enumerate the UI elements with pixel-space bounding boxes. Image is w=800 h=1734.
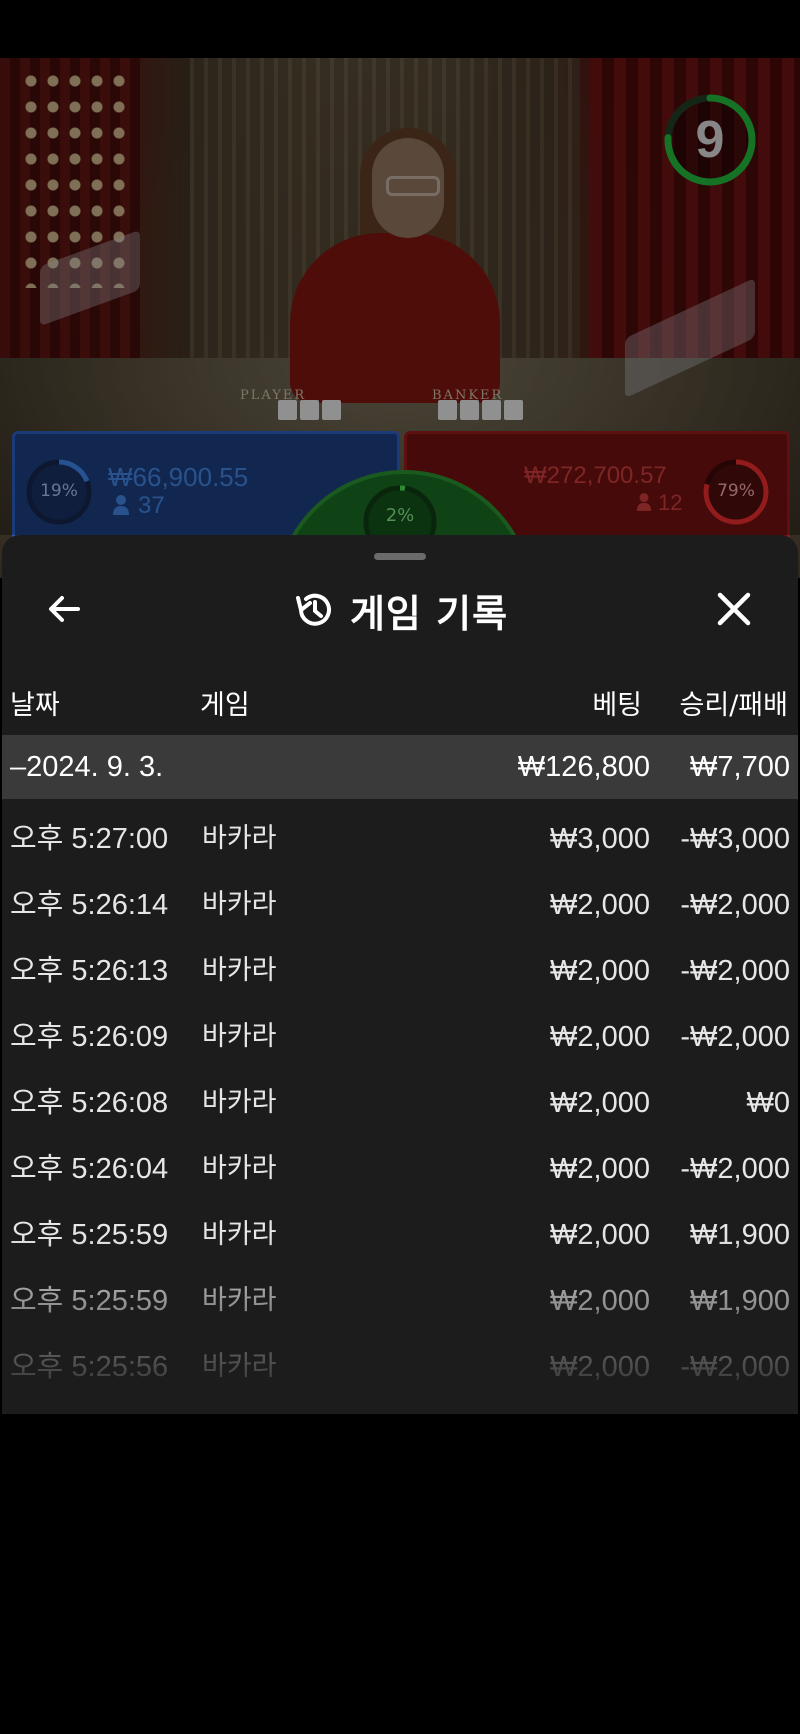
row-game: 바카라	[202, 955, 277, 986]
row-win-loss: -₩2,000	[680, 955, 790, 987]
column-header-bet: 베팅	[592, 690, 642, 721]
player-card	[278, 400, 297, 420]
row-bet: ₩2,000	[550, 1087, 650, 1119]
player-card	[300, 400, 319, 420]
player-total-amount: ₩66,900.55	[108, 462, 249, 492]
banker-card	[482, 400, 501, 420]
sheet-header: 게임 기록	[2, 583, 798, 637]
history-row[interactable]: 오후 5:25:59 바카라 ₩2,000 ₩1,900	[2, 1202, 798, 1268]
row-game: 바카라	[202, 889, 277, 920]
group-date: –2024. 9. 3.	[10, 751, 164, 783]
row-time: 오후 5:26:14	[10, 889, 169, 921]
banker-card	[438, 400, 457, 420]
row-bet: ₩2,000	[550, 955, 650, 987]
history-row[interactable]: 오후 5:26:08 바카라 ₩2,000 ₩0	[2, 1070, 798, 1136]
person-icon	[113, 495, 129, 515]
group-win-loss-total: ₩7,700	[690, 751, 790, 783]
row-time: 오후 5:26:09	[10, 1021, 169, 1053]
banker-total-amount: ₩272,700.57	[524, 462, 667, 489]
row-time: 오후 5:27:00	[10, 823, 169, 855]
row-bet: ₩2,000	[550, 889, 650, 921]
row-time: 오후 5:26:13	[10, 955, 169, 987]
row-time: 오후 5:25:59	[10, 1219, 169, 1251]
close-icon	[717, 592, 751, 626]
row-game: 바카라	[202, 1087, 277, 1118]
row-bet: ₩2,000	[550, 1153, 650, 1185]
row-win-loss: ₩1,900	[690, 1219, 790, 1251]
column-header-game: 게임	[200, 690, 250, 721]
drag-handle[interactable]	[374, 553, 426, 560]
history-row[interactable]: 오후 5:26:13 바카라 ₩2,000 -₩2,000	[2, 938, 798, 1004]
row-bet: ₩2,000	[550, 1351, 650, 1383]
row-game: 바카라	[202, 823, 277, 854]
dealer-glasses	[386, 176, 440, 196]
history-row[interactable]: 오후 5:25:56 바카라 ₩2,000 -₩2,000	[2, 1334, 798, 1400]
row-bet: ₩2,000	[550, 1285, 650, 1317]
row-game: 바카라	[202, 1153, 277, 1184]
history-row[interactable]: 오후 5:26:04 바카라 ₩2,000 -₩2,000	[2, 1136, 798, 1202]
player-count: 37	[138, 492, 165, 519]
dealer	[290, 233, 500, 403]
tie-percent: 2%	[385, 505, 415, 526]
row-win-loss: -₩3,000	[680, 823, 790, 855]
date-group-row[interactable]: –2024. 9. 3. ₩126,800 ₩7,700	[2, 735, 798, 799]
history-row[interactable]: 오후 5:26:09 바카라 ₩2,000 -₩2,000	[2, 1004, 798, 1070]
column-header-date: 날짜	[10, 690, 60, 721]
row-time: 오후 5:26:04	[10, 1153, 169, 1185]
banker-card	[504, 400, 523, 420]
banker-card	[460, 400, 479, 420]
banker-count: 12	[658, 490, 683, 515]
row-win-loss: -₩2,000	[680, 1021, 790, 1053]
history-row[interactable]: 오후 5:25:59 바카라 ₩2,000 ₩1,900	[2, 1268, 798, 1334]
column-header-win-loss: 승리/패배	[679, 690, 788, 721]
row-bet: ₩3,000	[550, 823, 650, 855]
row-win-loss: -₩2,000	[680, 1351, 790, 1383]
group-bet-total: ₩126,800	[517, 751, 650, 783]
row-time: 오후 5:25:59	[10, 1285, 169, 1317]
banker-percent: 79%	[717, 481, 755, 501]
row-game: 바카라	[202, 1219, 277, 1250]
history-row[interactable]: 오후 5:26:14 바카라 ₩2,000 -₩2,000	[2, 872, 798, 938]
row-bet: ₩2,000	[550, 1021, 650, 1053]
row-game: 바카라	[202, 1351, 277, 1382]
countdown-number: 9	[695, 111, 725, 169]
row-time: 오후 5:26:08	[10, 1087, 169, 1119]
row-time: 오후 5:25:56	[10, 1351, 169, 1383]
game-history-sheet: 게임 기록 날짜 게임 베팅 승리/패배 –2024. 9. 3. ₩126,8…	[2, 535, 798, 1414]
row-game: 바카라	[202, 1285, 277, 1316]
history-clock-icon	[295, 593, 331, 626]
player-card	[322, 400, 341, 420]
row-bet: ₩2,000	[550, 1219, 650, 1251]
row-win-loss: -₩2,000	[680, 1153, 790, 1185]
row-game: 바카라	[202, 1021, 277, 1052]
history-row[interactable]: 오후 5:27:00 바카라 ₩3,000 -₩3,000	[2, 806, 798, 872]
sheet-title: 게임 기록	[349, 591, 509, 636]
close-button[interactable]	[710, 585, 758, 633]
row-win-loss: ₩0	[746, 1087, 791, 1119]
person-icon	[636, 493, 652, 511]
row-win-loss: ₩1,900	[690, 1285, 790, 1317]
row-win-loss: -₩2,000	[680, 889, 790, 921]
player-percent: 19%	[40, 481, 78, 501]
